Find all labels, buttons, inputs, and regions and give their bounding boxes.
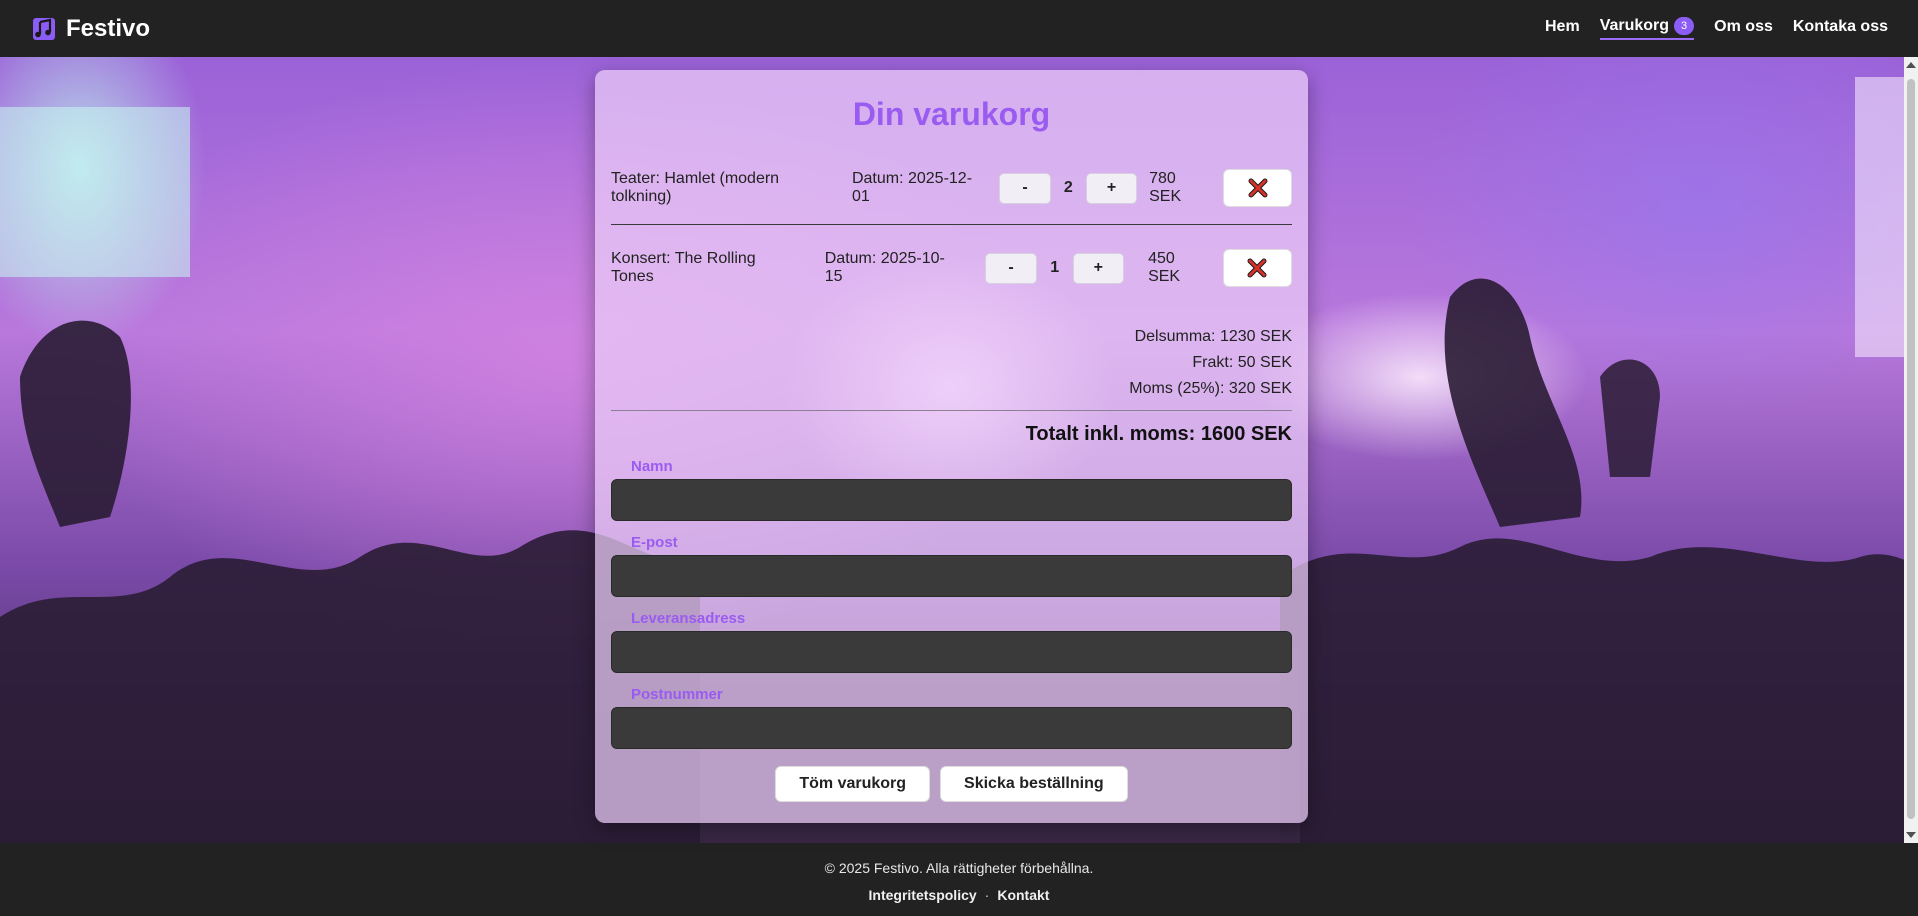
form-actions: Töm varukorg Skicka beställning xyxy=(611,766,1292,802)
clear-cart-button[interactable]: Töm varukorg xyxy=(775,766,931,802)
footer-links: Integritetspolicy · Kontakt xyxy=(0,887,1918,903)
order-total: Totalt inkl. moms: 1600 SEK xyxy=(1025,423,1292,445)
email-field[interactable] xyxy=(611,555,1292,597)
nav-item-hem[interactable]: Hem xyxy=(1545,18,1580,39)
item-price: 780 SEK xyxy=(1149,170,1182,205)
site-footer: © 2025 Festivo. Alla rättigheter förbehå… xyxy=(0,843,1918,916)
postal-code-field[interactable] xyxy=(611,707,1292,749)
item-name: Konsert: The Rolling Tones xyxy=(611,250,756,285)
copyright-text: © 2025 Festivo. Alla rättigheter förbehå… xyxy=(824,860,1094,876)
decrease-quantity-button[interactable]: - xyxy=(999,172,1051,204)
remove-item-button[interactable] xyxy=(1223,169,1292,207)
cart-item-row: Teater: Hamlet (modern tolkning) Datum: … xyxy=(611,169,1292,207)
subtotal: Delsumma: 1230 SEK xyxy=(1134,328,1292,345)
address-label: Leveransadress xyxy=(631,610,746,627)
nav-item-label: Om oss xyxy=(1714,18,1773,35)
brand-logo[interactable]: Festivo xyxy=(30,15,150,43)
order-summary: Delsumma: 1230 SEK Frakt: 50 SEK Moms (2… xyxy=(611,324,1292,402)
scroll-down-icon[interactable] xyxy=(1906,832,1916,838)
scroll-up-icon[interactable] xyxy=(1906,62,1916,68)
close-icon xyxy=(1248,178,1268,198)
cart-count-badge: 3 xyxy=(1674,17,1695,35)
name-field[interactable] xyxy=(611,479,1292,521)
page-scrollbar[interactable] xyxy=(1904,57,1918,843)
top-navbar: Festivo Hem Varukorg 3 Om oss Kontaka os… xyxy=(0,0,1918,57)
main-nav: Hem Varukorg 3 Om oss Kontaka oss xyxy=(1545,17,1888,40)
privacy-policy-link[interactable]: Integritetspolicy xyxy=(869,887,977,903)
nav-item-label: Kontaka oss xyxy=(1792,18,1888,35)
zip-label: Postnummer xyxy=(631,686,723,703)
cart-item-row: Konsert: The Rolling Tones Datum: 2025-1… xyxy=(611,249,1292,287)
checkout-form: Namn E-post Leveransadress Postnummer Tö… xyxy=(611,458,1292,802)
cart-panel: Din varukorg Teater: Hamlet (modern tolk… xyxy=(595,70,1308,823)
shipping-cost: Frakt: 50 SEK xyxy=(1192,354,1292,371)
nav-item-kontakta-oss[interactable]: Kontaka oss xyxy=(1793,18,1888,39)
scrollbar-thumb[interactable] xyxy=(1907,79,1915,819)
vat-amount: Moms (25%): 320 SEK xyxy=(1129,380,1292,397)
item-price: 450 SEK xyxy=(1148,250,1181,285)
divider xyxy=(611,410,1292,411)
item-quantity: 2 xyxy=(1063,179,1073,196)
brand-name: Festivo xyxy=(66,14,151,42)
decrease-quantity-button[interactable]: - xyxy=(985,252,1037,284)
music-notes-icon xyxy=(30,15,58,43)
name-label: Namn xyxy=(631,458,673,475)
item-name: Teater: Hamlet (modern tolkning) xyxy=(611,170,780,205)
nav-item-varukorg[interactable]: Varukorg 3 xyxy=(1599,17,1695,40)
footer-separator: · xyxy=(984,887,990,903)
remove-item-button[interactable] xyxy=(1222,249,1292,287)
contact-link[interactable]: Kontakt xyxy=(997,887,1049,903)
nav-item-label: Hem xyxy=(1545,18,1580,35)
divider xyxy=(611,224,1292,225)
item-date: Datum: 2025-10-15 xyxy=(824,250,945,285)
item-date: Datum: 2025-12-01 xyxy=(851,170,973,205)
increase-quantity-button[interactable]: + xyxy=(1072,252,1125,284)
email-label: E-post xyxy=(631,534,678,551)
nav-item-om-oss[interactable]: Om oss xyxy=(1714,18,1773,39)
close-icon xyxy=(1247,258,1267,278)
nav-item-label: Varukorg xyxy=(1599,17,1670,34)
increase-quantity-button[interactable]: + xyxy=(1085,172,1138,204)
submit-order-button[interactable]: Skicka beställning xyxy=(940,766,1128,802)
cart-title: Din varukorg xyxy=(852,96,1051,132)
delivery-address-field[interactable] xyxy=(611,631,1292,673)
item-quantity: 1 xyxy=(1050,259,1060,276)
